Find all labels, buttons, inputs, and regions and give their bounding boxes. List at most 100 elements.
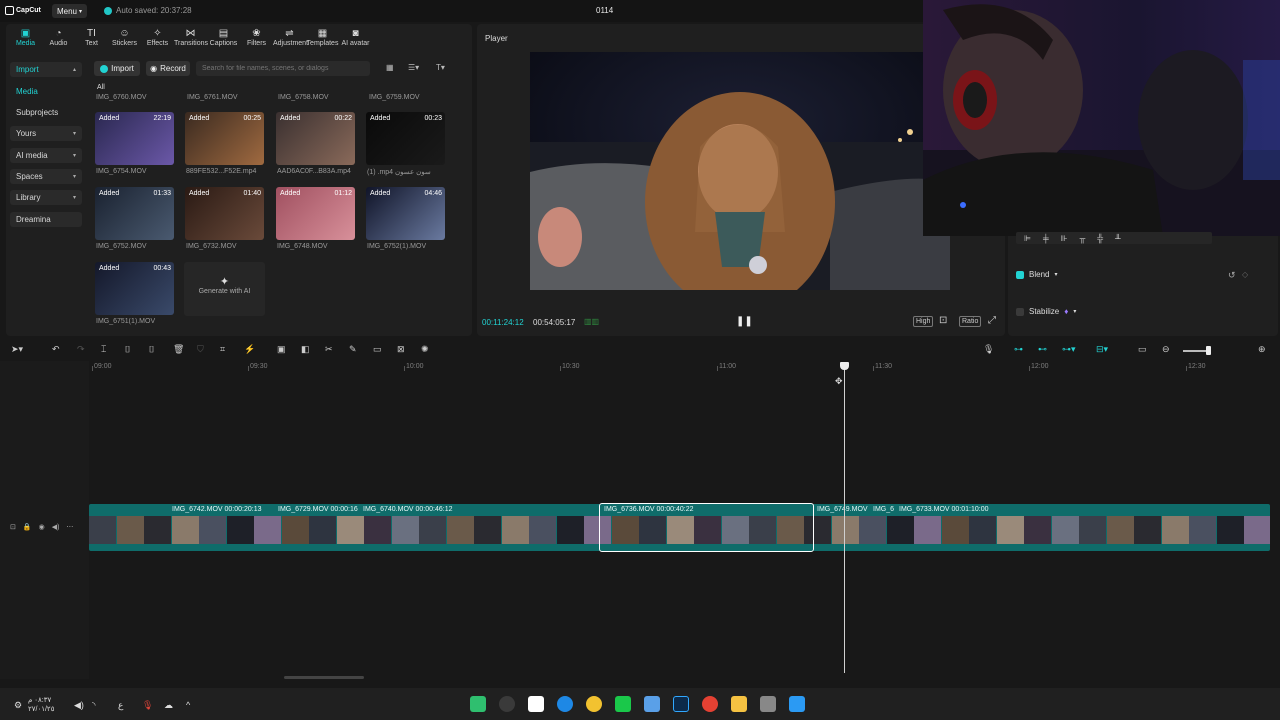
import-button[interactable]: Import xyxy=(94,61,140,76)
more-icon[interactable]: ⋯ xyxy=(66,523,73,531)
generate-with-ai-card[interactable]: ✦ Generate with AI xyxy=(184,262,265,316)
tab-ai-avatar[interactable]: ◙ AI avatar xyxy=(339,24,372,52)
capcut-taskbar-icon[interactable] xyxy=(528,696,544,712)
captions-tl-icon[interactable]: ▭ xyxy=(373,344,382,355)
media-item[interactable]: Added 00:22 xyxy=(276,112,355,165)
language-icon[interactable]: ع xyxy=(118,700,123,711)
menu-button[interactable]: Menu ▾ xyxy=(52,4,87,18)
shield-icon[interactable]: ⛉ xyxy=(197,344,204,355)
tab-media[interactable]: ▣ Media xyxy=(9,24,42,52)
media-item[interactable]: Added 00:25 xyxy=(185,112,264,165)
tab-text[interactable]: TI Text xyxy=(75,24,108,52)
media-item[interactable]: Added 04:46 xyxy=(366,187,445,240)
timeline-scrollbar[interactable] xyxy=(284,676,364,679)
file-explorer-icon[interactable] xyxy=(731,696,747,712)
sort-icon[interactable]: ☰▾ xyxy=(408,63,419,72)
volume-icon[interactable]: ◀) xyxy=(74,700,84,711)
stabilize-section[interactable]: Stabilize ♦ ▾ xyxy=(1016,307,1076,316)
keyframe-icon[interactable]: ◇ xyxy=(1242,270,1248,279)
project-name[interactable]: 0114 xyxy=(596,6,613,15)
caption-tl-icon[interactable]: ▭ xyxy=(1138,344,1147,355)
kick-icon[interactable] xyxy=(615,696,631,712)
select-tool-icon[interactable]: ➤▾ xyxy=(11,344,23,355)
linkage-icon[interactable]: ⊶▾ xyxy=(1062,344,1076,355)
tab-stickers[interactable]: ☺ Stickers xyxy=(108,24,141,52)
tab-templates[interactable]: ▦ Templates xyxy=(306,24,339,52)
sidebar-item-ai-media[interactable]: AI media ▾ xyxy=(10,148,82,163)
align-top-icon[interactable]: ╥ xyxy=(1080,234,1086,243)
eye-icon[interactable]: ◉ xyxy=(39,523,45,531)
preview-axis-icon[interactable]: ⊟▾ xyxy=(1096,344,1108,355)
sidebar-item-spaces[interactable]: Spaces ▾ xyxy=(10,169,82,184)
main-track-magnet-icon[interactable]: ⊶ xyxy=(1014,344,1023,355)
auto-snap-icon[interactable]: ⊷ xyxy=(1038,344,1047,355)
settings-icon[interactable]: ⚙ xyxy=(14,700,22,711)
media-item[interactable]: Added 00:23 xyxy=(366,112,445,165)
app-icon-2[interactable] xyxy=(760,696,776,712)
crop-icon[interactable]: ⌗ xyxy=(220,344,225,355)
wifi-icon[interactable]: ◝ xyxy=(92,700,96,711)
tab-transitions[interactable]: ⋈ Transitions xyxy=(174,24,208,52)
split-left-icon[interactable]: ⌷ xyxy=(125,344,130,355)
edge-icon[interactable] xyxy=(557,696,573,712)
snapshot-icon[interactable]: ⊡ xyxy=(939,315,947,326)
chrome-icon[interactable] xyxy=(702,696,718,712)
speed-icon[interactable]: ⚡ xyxy=(244,344,255,355)
sidebar-item-import[interactable]: Import ▴ xyxy=(10,62,82,77)
sidebar-item-media[interactable]: Media xyxy=(10,84,82,99)
speaker-icon[interactable]: ◀) xyxy=(52,523,60,531)
photoshop-icon[interactable] xyxy=(673,696,689,712)
record-button[interactable]: ◉ Record xyxy=(146,61,190,76)
zoom-slider-handle[interactable] xyxy=(1206,346,1211,355)
reset-icon[interactable]: ↺ xyxy=(1228,270,1236,281)
delete-icon[interactable]: 🗑 xyxy=(173,344,184,355)
split-right-icon[interactable]: ⌷ xyxy=(149,344,154,355)
sidebar-item-subprojects[interactable]: Subprojects xyxy=(10,105,82,120)
split-icon[interactable]: ⌶ xyxy=(101,344,106,355)
ratio-button[interactable]: Ratio xyxy=(959,316,982,327)
obs-icon[interactable] xyxy=(499,696,515,712)
media-item[interactable]: Added 01:33 xyxy=(95,187,174,240)
media-item[interactable]: Added 22:19 xyxy=(95,112,174,165)
selected-clip[interactable] xyxy=(599,503,814,552)
freeze-icon[interactable]: ▣ xyxy=(277,344,286,355)
align-right-icon[interactable]: ⊪ xyxy=(1061,234,1068,243)
clock[interactable]: ٠٨:٣٧ م ٢٧/٠١/٢٥ xyxy=(28,696,54,714)
microphone-icon[interactable]: 🎙 xyxy=(983,344,994,355)
mirror-icon[interactable]: ◧ xyxy=(301,344,310,355)
chevron-up-icon[interactable]: ^ xyxy=(186,700,190,710)
media-item[interactable]: Added 01:40 xyxy=(185,187,264,240)
cutout-icon[interactable]: ✂ xyxy=(325,344,333,355)
align-center-icon[interactable]: ╪ xyxy=(1043,234,1049,243)
align-left-icon[interactable]: ⊫ xyxy=(1024,234,1031,243)
undo-icon[interactable]: ↶ xyxy=(52,344,60,355)
quality-button[interactable]: High xyxy=(913,316,934,327)
zoom-in-icon[interactable]: ⊕ xyxy=(1258,344,1266,355)
tab-adjustment[interactable]: ⇌ Adjustment xyxy=(273,24,308,52)
discord-icon[interactable] xyxy=(586,696,602,712)
pause-button[interactable]: ❚❚ xyxy=(736,316,753,327)
tab-audio[interactable]: ◔ Audio xyxy=(42,24,75,52)
sidebar-item-library[interactable]: Library ▾ xyxy=(10,190,82,205)
tab-filters[interactable]: ❀ Filters xyxy=(240,24,273,52)
magic-icon[interactable]: ✎ xyxy=(349,344,357,355)
sidebar-item-dreamina[interactable]: Dreamina xyxy=(10,212,82,227)
video-preview[interactable] xyxy=(530,52,950,290)
tab-effects[interactable]: ✧ Effects xyxy=(141,24,174,52)
playhead-handle[interactable] xyxy=(840,362,849,370)
lock-icon[interactable]: 🔒 xyxy=(23,523,32,531)
align-middle-icon[interactable]: ╬ xyxy=(1097,234,1103,243)
grid-view-icon[interactable]: ▦ xyxy=(386,63,394,72)
redo-icon[interactable]: ↷ xyxy=(77,344,85,355)
ai-tool-icon[interactable]: ✺ xyxy=(421,344,429,355)
media-item[interactable]: Added 00:43 xyxy=(95,262,174,315)
notepad-icon[interactable] xyxy=(644,696,660,712)
sidebar-item-yours[interactable]: Yours ▾ xyxy=(10,126,82,141)
resize-icon[interactable]: ⊠ xyxy=(397,344,405,355)
onedrive-icon[interactable]: ☁ xyxy=(164,700,173,711)
stabilize-checkbox[interactable] xyxy=(1016,307,1024,316)
app-icon-1[interactable] xyxy=(470,696,486,712)
media-search-input[interactable] xyxy=(196,61,370,76)
align-bottom-icon[interactable]: ╨ xyxy=(1115,234,1121,243)
playhead[interactable] xyxy=(844,365,845,673)
